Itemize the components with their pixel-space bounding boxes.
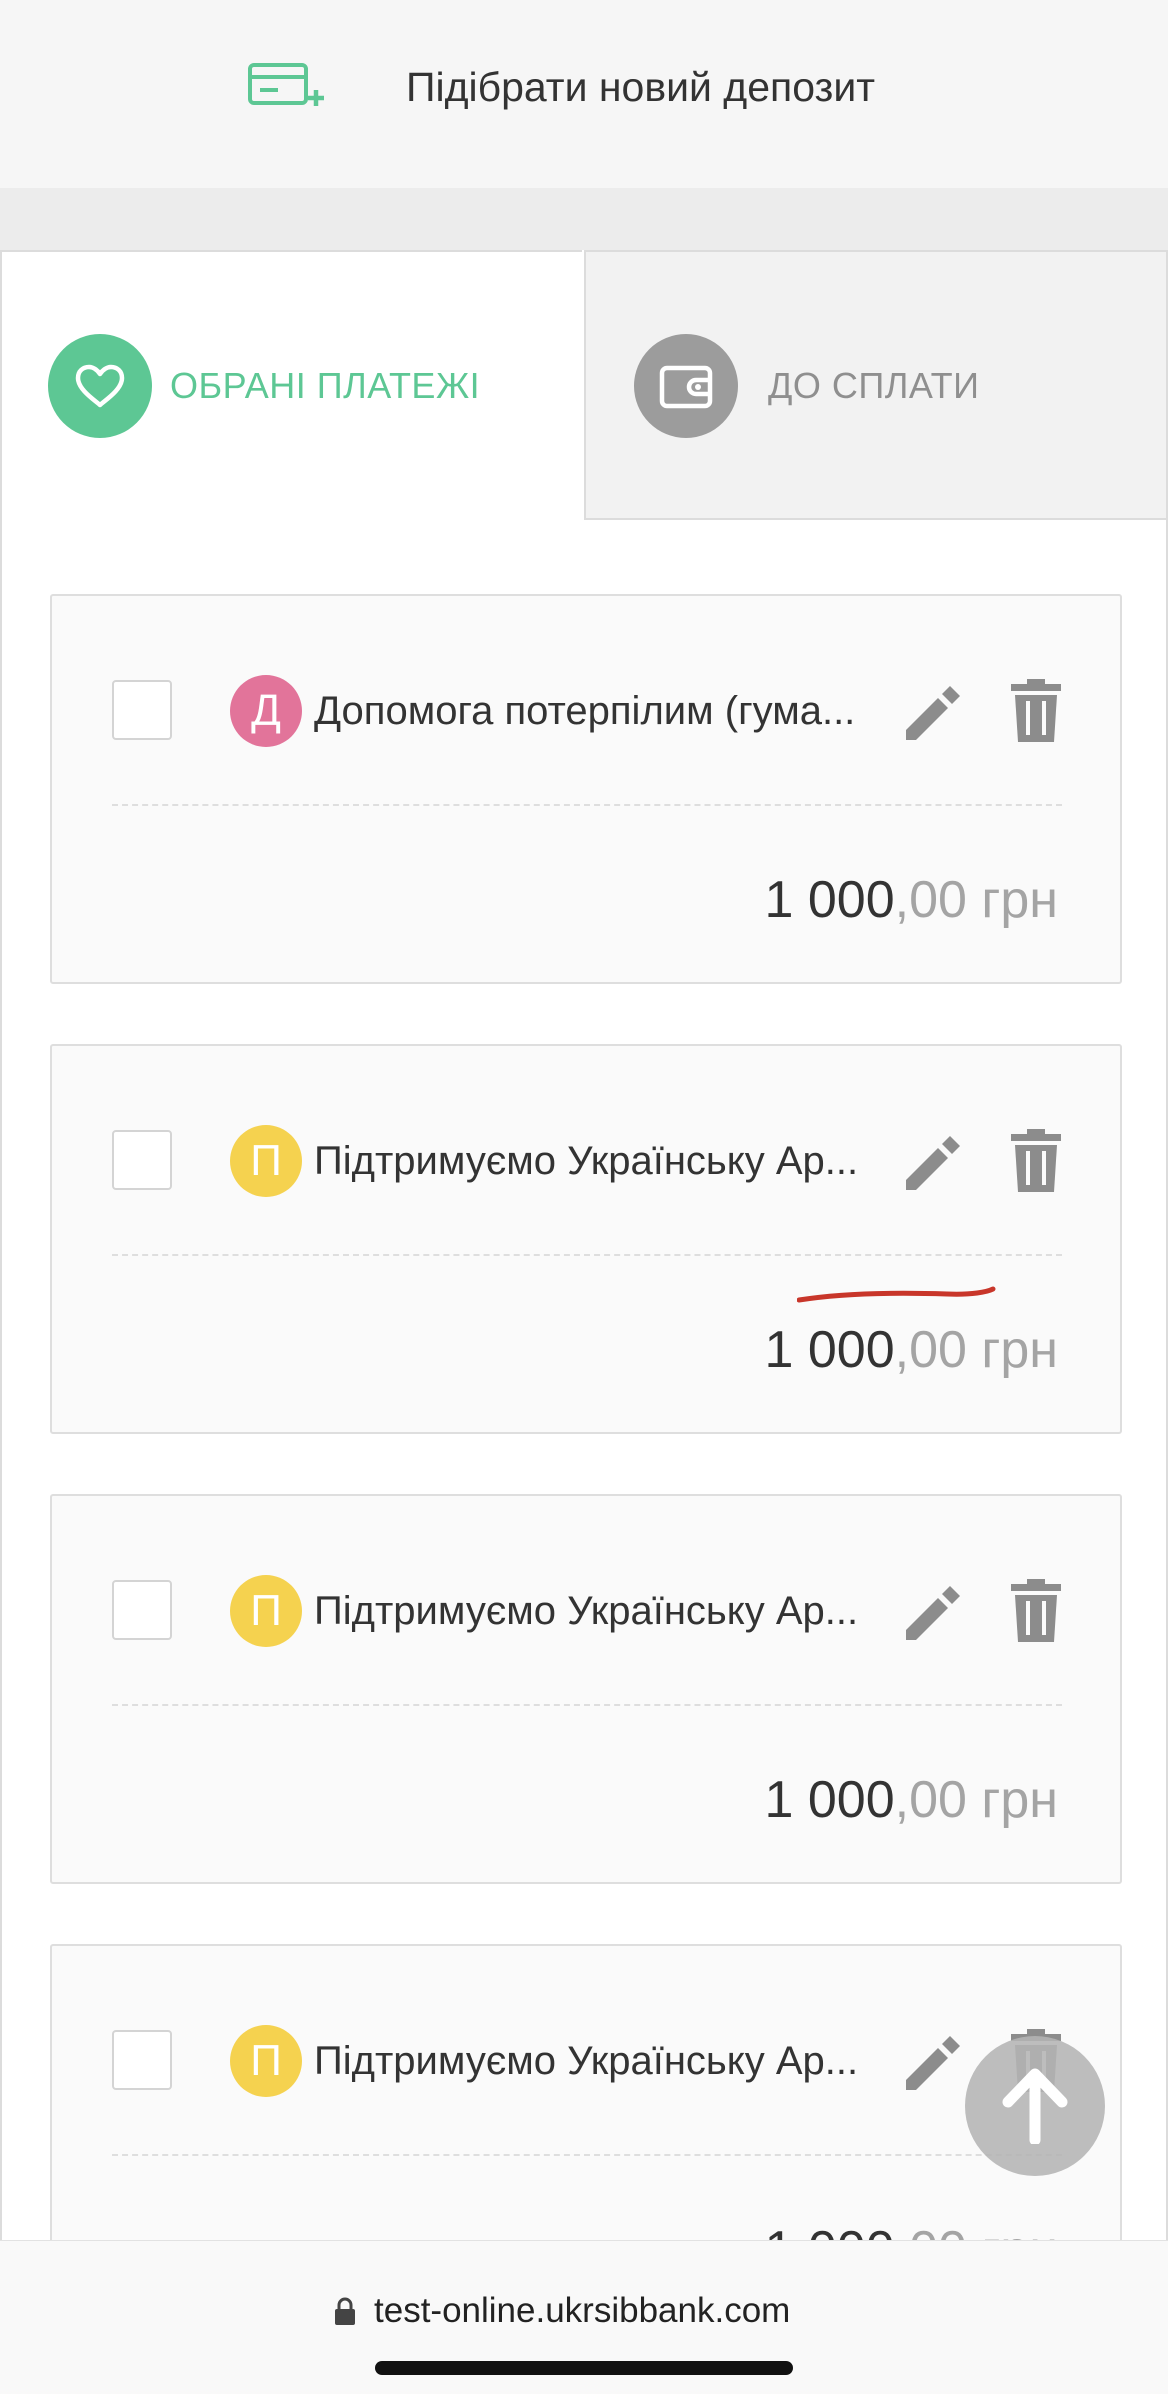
payment-checkbox[interactable] [112,1130,172,1190]
payment-letter-avatar: П [230,1575,302,1647]
tab-topay-label: ДО СПЛАТИ [768,365,980,406]
tab-favorites-badge [48,334,152,438]
browser-address-bar[interactable]: test-online.ukrsibbank.com [0,2240,1168,2394]
payment-name: Допомога потерпілим (гума... [314,689,856,733]
payment-name: Підтримуємо Українську Ар... [314,1139,859,1183]
tab-topay-badge [634,334,738,438]
pencil-icon[interactable] [898,1128,964,1194]
trash-icon[interactable] [1007,1578,1065,1644]
new-deposit-label: Підібрати новий депозит [406,64,876,110]
payment-amount: 1 000,00 грн [764,871,1059,929]
card-divider [112,804,1062,806]
payment-name: Підтримуємо Українську Ар... [314,2039,859,2083]
payment-amount: 1 000,00 грн [764,1771,1059,1829]
card-divider [112,1704,1062,1706]
payment-amount: 1 000,00 грн [764,1321,1059,1379]
payment-checkbox[interactable] [112,1580,172,1640]
red-underline-annotation [797,1286,996,1303]
wallet-icon [659,365,713,409]
favorite-payments-list: Д Допомога потерпілим (гума... 1 000,00 … [0,520,1168,2334]
pencil-icon[interactable] [898,678,964,744]
payment-tabs: ОБРАНІ ПЛАТЕЖІ ДО СПЛАТИ [0,250,1168,520]
card-plus-icon [248,63,324,106]
payment-checkbox[interactable] [112,2030,172,2090]
payment-checkbox[interactable] [112,680,172,740]
payment-letter-avatar: П [230,2025,302,2097]
page-url: test-online.ukrsibbank.com [374,2291,791,2330]
payment-letter-avatar: Д [230,675,302,747]
trash-icon[interactable] [1007,678,1065,744]
tab-favorites-label: ОБРАНІ ПЛАТЕЖІ [170,365,481,406]
lock-icon [335,2297,355,2325]
trash-icon[interactable] [1007,1128,1065,1194]
home-indicator[interactable] [375,2361,793,2375]
tab-favorite-payments[interactable]: ОБРАНІ ПЛАТЕЖІ [0,250,582,520]
card-divider [112,1254,1062,1256]
section-separator [0,188,1168,250]
new-deposit-bar[interactable]: Підібрати новий депозит [0,0,1168,188]
heart-icon [75,364,125,408]
payment-letter-avatar: П [230,1125,302,1197]
arrow-up-icon [1002,2068,1068,2144]
payment-card[interactable]: П Підтримуємо Українську Ар... 1 000,00 … [50,1494,1122,1884]
tab-to-pay[interactable]: ДО СПЛАТИ [584,250,1168,520]
payment-name: Підтримуємо Українську Ар... [314,1589,859,1633]
scroll-to-top-button[interactable] [965,2036,1105,2176]
pencil-icon[interactable] [898,2028,964,2094]
card-divider [112,2154,1062,2156]
pencil-icon[interactable] [898,1578,964,1644]
payment-card[interactable]: П Підтримуємо Українську Ар... 1 000,00 … [50,1044,1122,1434]
payment-card[interactable]: Д Допомога потерпілим (гума... 1 000,00 … [50,594,1122,984]
